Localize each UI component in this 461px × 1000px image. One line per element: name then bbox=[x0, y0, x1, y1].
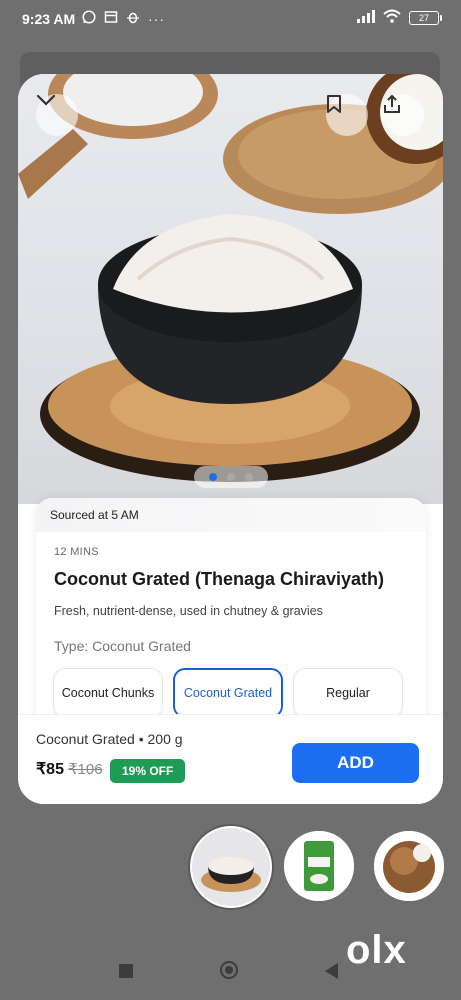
home-button[interactable] bbox=[220, 961, 238, 979]
product-description: Fresh, nutrient-dense, used in chutney &… bbox=[54, 604, 323, 618]
variant-coconut-grated[interactable]: Coconut Grated bbox=[173, 668, 283, 718]
footer-price: ₹85 bbox=[36, 761, 64, 778]
bug-icon bbox=[126, 10, 140, 27]
back-button[interactable] bbox=[325, 963, 338, 979]
product-title: Coconut Grated (Thenaga Chiraviyath) bbox=[54, 569, 385, 589]
add-to-cart-bar: Coconut Grated • 200 g ₹85 ₹106 19% OFF … bbox=[18, 714, 443, 804]
recent-apps-button[interactable] bbox=[119, 964, 133, 978]
share-button[interactable] bbox=[382, 94, 424, 136]
status-system-icons: 27 bbox=[357, 9, 442, 26]
carousel-dot-1[interactable] bbox=[209, 473, 217, 481]
wifi-icon bbox=[383, 9, 401, 26]
product-card: Sourced at 5 AM 12 MINS Coconut Grated (… bbox=[18, 74, 443, 804]
thumbnail-packet-image bbox=[284, 831, 354, 901]
thumbnail-1[interactable] bbox=[190, 826, 272, 908]
thumbnail-bowl-image bbox=[192, 828, 270, 906]
thumbnail-3[interactable] bbox=[374, 831, 444, 901]
discount-badge: 19% OFF bbox=[110, 759, 186, 783]
carousel-indicator bbox=[194, 466, 268, 488]
status-time: 9:23 AM bbox=[22, 11, 76, 27]
thumbnail-2[interactable] bbox=[284, 831, 354, 901]
calendar-icon bbox=[104, 10, 118, 27]
battery-icon: 27 bbox=[409, 10, 442, 25]
product-image-carousel[interactable] bbox=[18, 74, 443, 504]
signal-icon bbox=[357, 9, 375, 26]
system-navigation-bar bbox=[0, 950, 461, 1000]
whatsapp-icon bbox=[82, 10, 96, 27]
status-bar: 9:23 AM ··· 27 bbox=[0, 0, 461, 40]
type-label: Type: Coconut Grated bbox=[54, 638, 191, 654]
image-thumbnails bbox=[0, 826, 461, 908]
carousel-dot-3[interactable] bbox=[245, 473, 253, 481]
variant-options: Coconut Chunks Coconut Grated Regular bbox=[53, 668, 403, 718]
footer-mrp: ₹106 bbox=[68, 761, 103, 778]
footer-product-name: Coconut Grated • 200 g bbox=[36, 731, 183, 747]
carousel-dot-2[interactable] bbox=[227, 473, 235, 481]
variant-regular[interactable]: Regular bbox=[293, 668, 403, 718]
variant-coconut-chunks[interactable]: Coconut Chunks bbox=[53, 668, 163, 718]
sourced-label: Sourced at 5 AM bbox=[50, 508, 139, 522]
delivery-eta: 12 MINS bbox=[54, 546, 99, 558]
thumbnail-coconut-image bbox=[374, 831, 444, 901]
bookmark-button[interactable] bbox=[326, 94, 368, 136]
status-notification-icons: ··· bbox=[82, 10, 165, 27]
collapse-button[interactable] bbox=[36, 94, 78, 136]
add-button[interactable]: ADD bbox=[292, 743, 419, 783]
more-icon: ··· bbox=[148, 10, 165, 27]
product-image bbox=[18, 74, 443, 482]
